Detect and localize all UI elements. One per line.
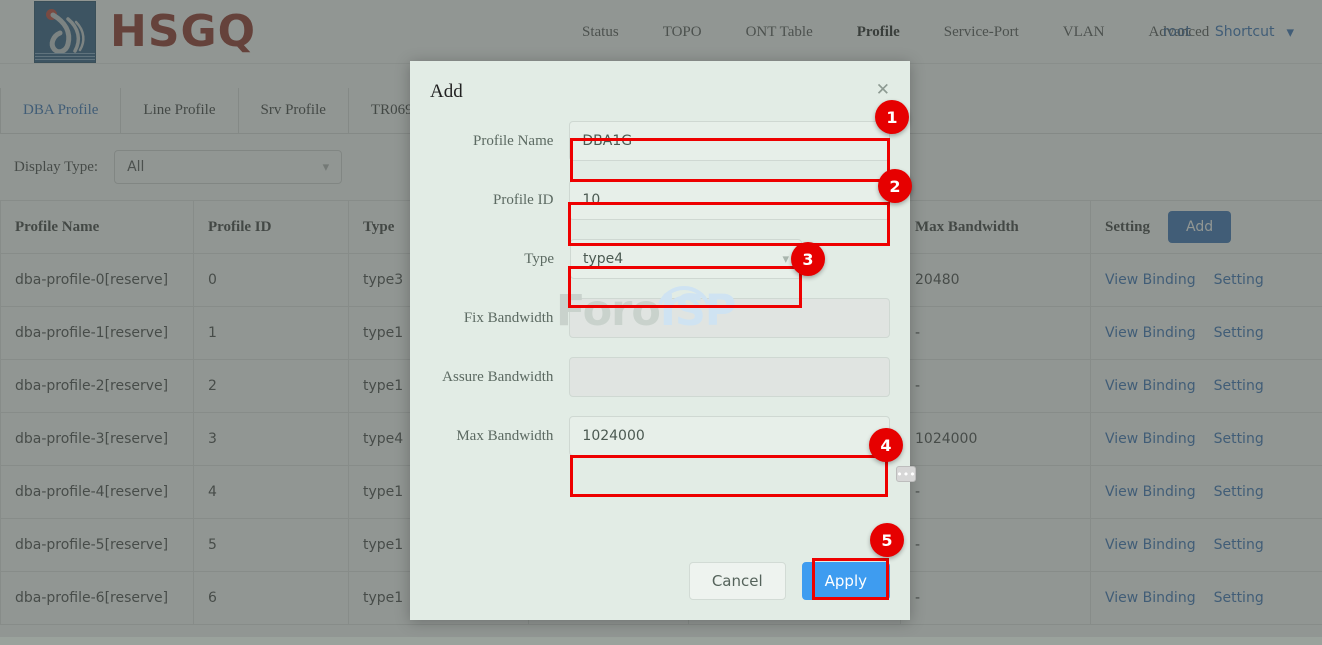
field-label: Profile Name bbox=[473, 132, 554, 149]
dialog-actions: Cancel Apply bbox=[688, 562, 890, 600]
annotation-badge-2: 2 bbox=[878, 169, 912, 203]
chevron-down-icon: ▾ bbox=[782, 251, 789, 267]
field-label: Assure Bandwidth bbox=[442, 368, 554, 385]
field-max-bandwidth[interactable]: 1024000 bbox=[569, 416, 890, 456]
field-value: type4 bbox=[583, 251, 624, 267]
form-row: Profile ID 10 bbox=[430, 180, 890, 220]
field-label: Type bbox=[524, 250, 554, 267]
form-row: Fix Bandwidth bbox=[430, 298, 890, 338]
annotation-badge-4: 4 bbox=[869, 428, 903, 462]
field-fix-bandwidth bbox=[569, 298, 890, 338]
field-label: Profile ID bbox=[493, 191, 554, 208]
bottom-strip bbox=[0, 637, 1322, 645]
field-value: DBA1G bbox=[582, 133, 633, 149]
form-row: Assure Bandwidth bbox=[430, 357, 890, 397]
field-profile-id[interactable]: 10 bbox=[569, 180, 890, 220]
field-assure-bandwidth bbox=[569, 357, 890, 397]
dialog-form: Profile Name DBA1G Profile ID 10 Type type4 ▾ F… bbox=[410, 121, 910, 456]
cancel-button[interactable]: Cancel bbox=[688, 562, 786, 600]
field-value: 1024000 bbox=[582, 428, 645, 444]
field-value: 10 bbox=[582, 192, 601, 208]
field-label: Fix Bandwidth bbox=[463, 309, 554, 326]
close-icon[interactable]: ✕ bbox=[876, 82, 890, 99]
field-label: Max Bandwidth bbox=[456, 427, 554, 444]
annotation-badge-5: 5 bbox=[870, 523, 904, 557]
annotation-badge-3: 3 bbox=[791, 242, 825, 276]
form-row: Max Bandwidth 1024000 bbox=[430, 416, 890, 456]
annotation-badge-1: 1 bbox=[875, 100, 909, 134]
add-dba-profile-dialog: Add ✕ Profile Name DBA1G Profile ID 10 Type t… bbox=[410, 61, 910, 620]
apply-button[interactable]: Apply bbox=[801, 562, 890, 600]
form-row: Profile Name DBA1G bbox=[430, 121, 890, 161]
dialog-title: Add bbox=[430, 81, 463, 102]
dialog-header: Add ✕ bbox=[410, 61, 910, 121]
field-type[interactable]: type4 ▾ bbox=[570, 239, 802, 279]
field-profile-name[interactable]: DBA1G bbox=[569, 121, 890, 161]
tooltip-dots-icon[interactable]: ••• bbox=[896, 466, 916, 482]
